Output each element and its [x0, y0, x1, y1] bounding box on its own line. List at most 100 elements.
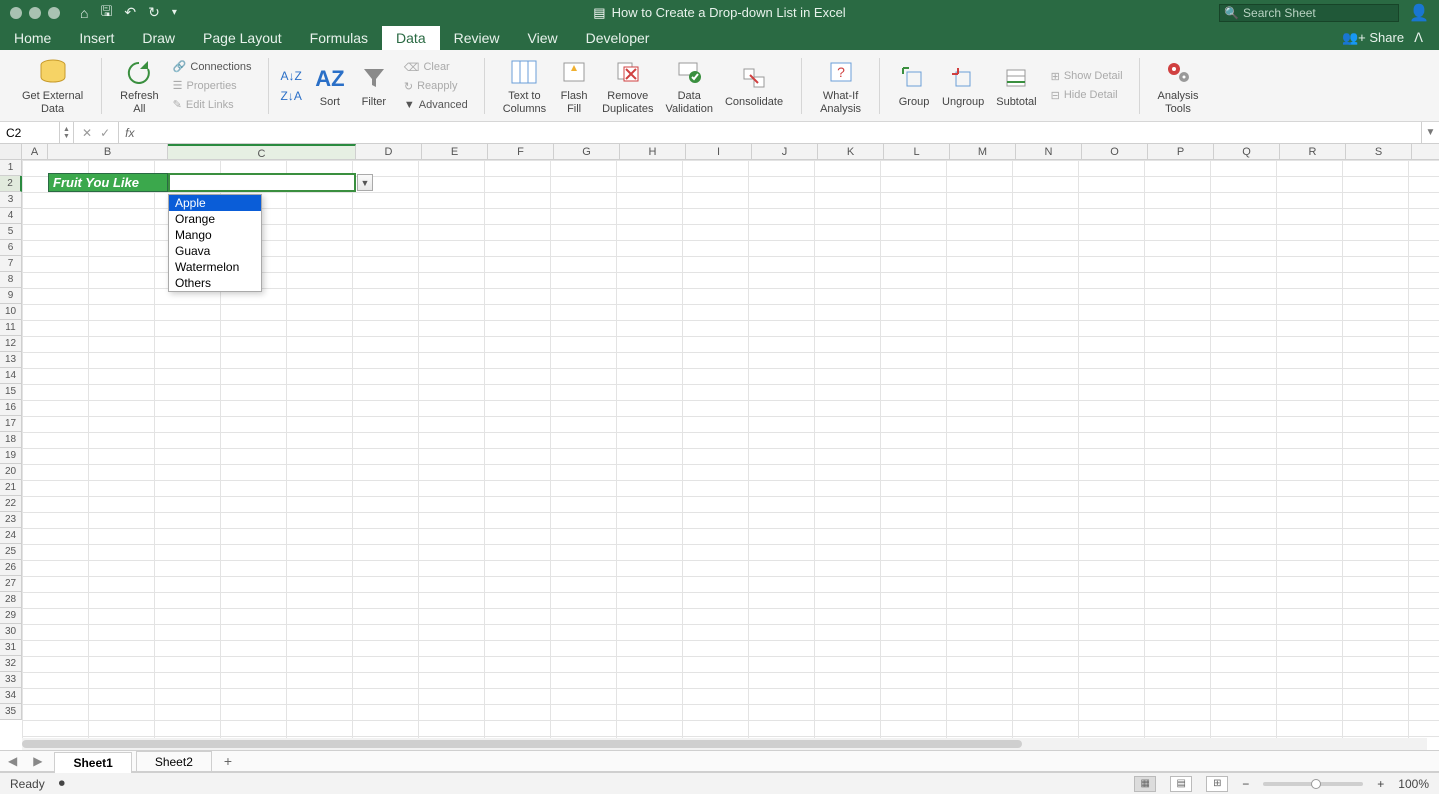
row-header-31[interactable]: 31: [0, 640, 22, 656]
row-header-19[interactable]: 19: [0, 448, 22, 464]
name-box-dropdown-icon[interactable]: ▲▼: [60, 122, 74, 143]
dropdown-item-others[interactable]: Others: [169, 275, 261, 291]
row-header-10[interactable]: 10: [0, 304, 22, 320]
tab-draw[interactable]: Draw: [128, 26, 189, 50]
show-detail-button[interactable]: ⊞Show Detail: [1047, 68, 1127, 85]
row-header-29[interactable]: 29: [0, 608, 22, 624]
row-header-21[interactable]: 21: [0, 480, 22, 496]
row-header-20[interactable]: 20: [0, 464, 22, 480]
tab-developer[interactable]: Developer: [572, 26, 664, 50]
validation-dropdown-list[interactable]: AppleOrangeMangoGuavaWatermelonOthers: [168, 194, 262, 292]
qat-customize-icon[interactable]: ▾: [172, 7, 177, 18]
row-header-11[interactable]: 11: [0, 320, 22, 336]
ungroup-button[interactable]: Ungroup: [936, 60, 990, 111]
column-header-e[interactable]: E: [422, 144, 488, 160]
row-header-4[interactable]: 4: [0, 208, 22, 224]
edit-links-button[interactable]: ✎Edit Links: [169, 96, 256, 113]
refresh-all-button[interactable]: Refresh All: [114, 54, 165, 117]
row-header-34[interactable]: 34: [0, 688, 22, 704]
row-header-26[interactable]: 26: [0, 560, 22, 576]
column-header-h[interactable]: H: [620, 144, 686, 160]
page-break-view-button[interactable]: ⊞: [1206, 776, 1228, 792]
undo-icon[interactable]: ↶: [124, 4, 136, 21]
zoom-level[interactable]: 100%: [1398, 777, 1429, 791]
row-header-7[interactable]: 7: [0, 256, 22, 272]
fx-icon[interactable]: fx: [119, 126, 140, 140]
sort-button[interactable]: AZ Sort: [308, 60, 352, 111]
column-header-d[interactable]: D: [356, 144, 422, 160]
macro-record-icon[interactable]: ⏺: [59, 776, 65, 791]
add-sheet-button[interactable]: +: [212, 753, 244, 769]
zoom-slider-thumb[interactable]: [1311, 779, 1321, 789]
column-header-m[interactable]: M: [950, 144, 1016, 160]
row-header-18[interactable]: 18: [0, 432, 22, 448]
collapse-ribbon-icon[interactable]: ᐱ: [1414, 30, 1423, 46]
cancel-formula-icon[interactable]: ✕: [82, 126, 92, 140]
enter-formula-icon[interactable]: ✓: [100, 126, 110, 140]
tab-view[interactable]: View: [514, 26, 572, 50]
name-box[interactable]: C2: [0, 122, 60, 143]
flash-fill-button[interactable]: Flash Fill: [552, 54, 596, 117]
row-header-30[interactable]: 30: [0, 624, 22, 640]
maximize-window-icon[interactable]: [48, 7, 60, 19]
column-header-g[interactable]: G: [554, 144, 620, 160]
row-header-35[interactable]: 35: [0, 704, 22, 720]
row-header-24[interactable]: 24: [0, 528, 22, 544]
dropdown-item-guava[interactable]: Guava: [169, 243, 261, 259]
column-header-b[interactable]: B: [48, 144, 168, 160]
row-header-23[interactable]: 23: [0, 512, 22, 528]
row-header-17[interactable]: 17: [0, 416, 22, 432]
row-header-33[interactable]: 33: [0, 672, 22, 688]
subtotal-button[interactable]: Subtotal: [990, 60, 1042, 111]
row-header-9[interactable]: 9: [0, 288, 22, 304]
sort-desc-icon[interactable]: Z↓A: [281, 89, 302, 103]
column-header-k[interactable]: K: [818, 144, 884, 160]
row-header-16[interactable]: 16: [0, 400, 22, 416]
home-icon[interactable]: ⌂: [80, 5, 88, 21]
column-header-t[interactable]: T: [1412, 144, 1439, 160]
cell-b2-label[interactable]: Fruit You Like: [48, 173, 168, 192]
tab-review[interactable]: Review: [440, 26, 514, 50]
row-header-25[interactable]: 25: [0, 544, 22, 560]
column-header-c[interactable]: C: [168, 144, 356, 160]
column-header-a[interactable]: A: [22, 144, 48, 160]
expand-formula-bar-icon[interactable]: ▼: [1421, 122, 1439, 143]
page-layout-view-button[interactable]: ▤: [1170, 776, 1192, 792]
consolidate-button[interactable]: Consolidate: [719, 60, 789, 111]
redo-icon[interactable]: ↻: [148, 4, 160, 21]
prev-sheet-button[interactable]: ◀: [0, 754, 25, 768]
group-button[interactable]: Group: [892, 60, 936, 111]
data-validation-button[interactable]: Data Validation: [659, 54, 719, 117]
formula-input[interactable]: [140, 122, 1421, 143]
get-external-data-button[interactable]: Get External Data: [16, 54, 89, 117]
whatif-analysis-button[interactable]: ?What-If Analysis: [814, 54, 867, 117]
row-header-6[interactable]: 6: [0, 240, 22, 256]
close-window-icon[interactable]: [10, 7, 22, 19]
row-header-28[interactable]: 28: [0, 592, 22, 608]
account-icon[interactable]: 👤: [1409, 3, 1429, 23]
row-header-5[interactable]: 5: [0, 224, 22, 240]
dropdown-item-orange[interactable]: Orange: [169, 211, 261, 227]
tab-home[interactable]: Home: [0, 26, 65, 50]
properties-button[interactable]: ☰Properties: [169, 77, 256, 94]
column-header-p[interactable]: P: [1148, 144, 1214, 160]
column-header-s[interactable]: S: [1346, 144, 1412, 160]
column-header-o[interactable]: O: [1082, 144, 1148, 160]
row-header-12[interactable]: 12: [0, 336, 22, 352]
zoom-in-button[interactable]: +: [1377, 777, 1384, 791]
remove-duplicates-button[interactable]: Remove Duplicates: [596, 54, 659, 117]
row-header-3[interactable]: 3: [0, 192, 22, 208]
dropdown-item-watermelon[interactable]: Watermelon: [169, 259, 261, 275]
row-header-1[interactable]: 1: [0, 160, 22, 176]
connections-button[interactable]: 🔗Connections: [169, 58, 256, 75]
row-header-22[interactable]: 22: [0, 496, 22, 512]
clear-filter-button[interactable]: ⌫Clear: [400, 59, 472, 76]
column-header-f[interactable]: F: [488, 144, 554, 160]
tab-page-layout[interactable]: Page Layout: [189, 26, 296, 50]
sort-asc-icon[interactable]: A↓Z: [281, 69, 302, 83]
validation-dropdown-button[interactable]: ▼: [357, 174, 373, 191]
advanced-filter-button[interactable]: ▼Advanced: [400, 97, 472, 113]
analysis-tools-button[interactable]: Analysis Tools: [1152, 54, 1205, 117]
scrollbar-thumb[interactable]: [22, 740, 1022, 748]
dropdown-item-apple[interactable]: Apple: [169, 195, 261, 211]
